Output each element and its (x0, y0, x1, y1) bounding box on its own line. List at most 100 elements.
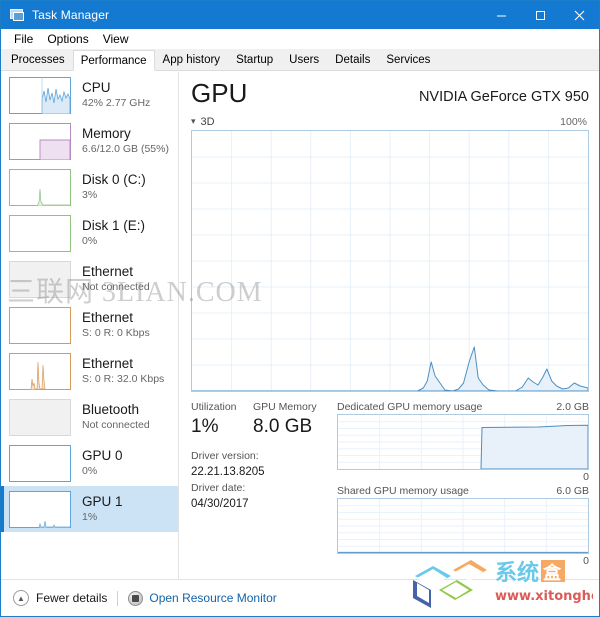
driver-version-value: 22.21.13.8205 (191, 466, 265, 478)
sidebar-item-sub: S: 0 R: 32.0 Kbps (82, 373, 165, 385)
gpu-header: GPU NVIDIA GeForce GTX 950 (191, 78, 589, 114)
sidebar-item-gpu-0[interactable]: GPU 0 0% (1, 440, 178, 486)
tab-startup[interactable]: Startup (228, 49, 282, 70)
driver-date-label: Driver date: (191, 482, 246, 494)
dedicated-memory-chart (337, 414, 589, 470)
sidebar-item-disk-1[interactable]: Disk 1 (E:) 0% (1, 210, 178, 256)
engine-header: ▾ 3D 100% (191, 114, 589, 129)
sidebar-item-label: Disk 1 (E:) (82, 218, 146, 233)
bluetooth-thumbnail (9, 398, 71, 436)
tab-strip: Processes Performance App history Startu… (1, 49, 599, 71)
sidebar-item-gpu-1[interactable]: GPU 1 1% (1, 486, 178, 532)
shared-memory-header: Shared GPU memory usage 6.0 GB (337, 484, 589, 498)
task-manager-icon (9, 7, 25, 23)
tab-processes[interactable]: Processes (3, 49, 73, 70)
gpu-stats-left: Utilization 1% GPU Memory 8.0 GB Driver … (191, 400, 331, 568)
gpu-memory-label: GPU Memory (253, 401, 317, 413)
tab-services[interactable]: Services (378, 49, 439, 70)
driver-version-label: Driver version: (191, 450, 259, 462)
sidebar-item-ethernet-3[interactable]: Ethernet S: 0 R: 32.0 Kbps (1, 348, 178, 394)
sidebar-item-label: Disk 0 (C:) (82, 172, 146, 187)
utilization-stat: Utilization 1% (191, 400, 253, 440)
minimize-button[interactable] (482, 1, 521, 29)
sidebar-item-disk-0[interactable]: Disk 0 (C:) 3% (1, 164, 178, 210)
footer-bar: ▲ Fewer details Open Resource Monitor (1, 579, 599, 616)
sidebar-item-label: Memory (82, 126, 131, 141)
tab-performance[interactable]: Performance (72, 50, 155, 71)
sidebar-item-sub: 3% (82, 189, 98, 201)
sidebar-item-sub: 0% (82, 235, 98, 247)
gpu-memory-stat: GPU Memory 8.0 GB (253, 400, 317, 440)
ethernet1-thumbnail (9, 260, 71, 298)
memory-thumbnail (9, 122, 71, 160)
engine-max-label: 100% (560, 115, 587, 128)
open-resource-monitor-link[interactable]: Open Resource Monitor (128, 590, 277, 606)
resource-sidebar[interactable]: CPU 42% 2.77 GHz Memory 6.6/12.0 GB (55%… (1, 72, 179, 579)
dedicated-memory-header: Dedicated GPU memory usage 2.0 GB (337, 400, 589, 414)
gpu-detail-panel: GPU NVIDIA GeForce GTX 950 ▾ 3D 100% Uti… (179, 72, 599, 579)
shared-memory-max: 6.0 GB (556, 485, 589, 497)
driver-info: Driver version: 22.21.13.8205 Driver dat… (191, 448, 331, 512)
tab-users[interactable]: Users (281, 49, 328, 70)
footer-divider (117, 590, 119, 606)
sidebar-item-label: Bluetooth (82, 402, 140, 417)
gpu0-thumbnail (9, 444, 71, 482)
gpu-stats: Utilization 1% GPU Memory 8.0 GB Driver … (191, 400, 589, 568)
title-bar: Task Manager (1, 1, 599, 29)
task-manager-window: Task Manager File Options View Processes… (0, 0, 600, 617)
tab-details[interactable]: Details (327, 49, 379, 70)
sidebar-item-sub: 1% (82, 511, 98, 523)
sidebar-item-label: Ethernet (82, 356, 134, 371)
ethernet3-thumbnail (9, 352, 71, 390)
resource-monitor-icon (128, 590, 144, 606)
chevron-up-icon: ▲ (13, 590, 29, 606)
gpu-3d-chart-svg (192, 131, 588, 391)
fewer-details-button[interactable]: ▲ Fewer details (13, 590, 107, 606)
sidebar-item-sub: 6.6/12.0 GB (55%) (82, 143, 169, 155)
sidebar-item-sub: 0% (82, 465, 98, 477)
engine-label: 3D (200, 115, 215, 128)
window-title: Task Manager (32, 8, 110, 22)
sidebar-item-label: GPU 0 (82, 448, 123, 463)
performance-body: CPU 42% 2.77 GHz Memory 6.6/12.0 GB (55%… (1, 72, 599, 579)
sidebar-item-label: Ethernet (82, 310, 134, 325)
utilization-label: Utilization (191, 401, 237, 413)
minimize-icon (497, 15, 506, 16)
dedicated-memory-max: 2.0 GB (556, 401, 589, 413)
maximize-icon (536, 10, 545, 20)
shared-memory-min: 0 (583, 555, 589, 567)
window-controls (482, 1, 599, 29)
sidebar-item-cpu[interactable]: CPU 42% 2.77 GHz (1, 72, 178, 118)
sidebar-item-ethernet-1[interactable]: Ethernet Not connected (1, 256, 178, 302)
gpu-memory-charts: Dedicated GPU memory usage 2.0 GB 0 Shar… (331, 400, 589, 568)
menu-item-view[interactable]: View (96, 29, 136, 49)
fewer-details-label: Fewer details (36, 591, 108, 605)
maximize-button[interactable] (521, 1, 560, 29)
sidebar-item-sub: S: 0 R: 0 Kbps (82, 327, 150, 339)
sidebar-item-bluetooth[interactable]: Bluetooth Not connected (1, 394, 178, 440)
disk0-thumbnail (9, 168, 71, 206)
sidebar-item-sub: Not connected (82, 419, 150, 431)
menu-bar: File Options View (1, 29, 599, 49)
shared-memory-chart (337, 498, 589, 554)
dedicated-memory-chart-svg (338, 415, 588, 469)
utilization-value: 1% (191, 416, 219, 437)
gpu-model-label: NVIDIA GeForce GTX 950 (418, 89, 589, 105)
driver-date-value: 04/30/2017 (191, 498, 249, 510)
page-title: GPU (191, 78, 248, 108)
dedicated-memory-min: 0 (583, 471, 589, 483)
dedicated-memory-label: Dedicated GPU memory usage (337, 401, 483, 413)
menu-item-file[interactable]: File (7, 29, 40, 49)
gpu-3d-utilization-chart (191, 130, 589, 392)
shared-memory-label: Shared GPU memory usage (337, 485, 469, 497)
close-button[interactable] (560, 1, 599, 29)
sidebar-item-ethernet-2[interactable]: Ethernet S: 0 R: 0 Kbps (1, 302, 178, 348)
menu-item-options[interactable]: Options (40, 29, 95, 49)
gpu-memory-value: 8.0 GB (253, 416, 313, 437)
chevron-down-icon[interactable]: ▾ (191, 117, 196, 126)
sidebar-item-sub: 42% 2.77 GHz (82, 97, 151, 109)
sidebar-item-memory[interactable]: Memory 6.6/12.0 GB (55%) (1, 118, 178, 164)
gpu1-thumbnail (9, 490, 71, 528)
open-resource-monitor-label: Open Resource Monitor (149, 591, 277, 605)
tab-app-history[interactable]: App history (154, 49, 229, 70)
